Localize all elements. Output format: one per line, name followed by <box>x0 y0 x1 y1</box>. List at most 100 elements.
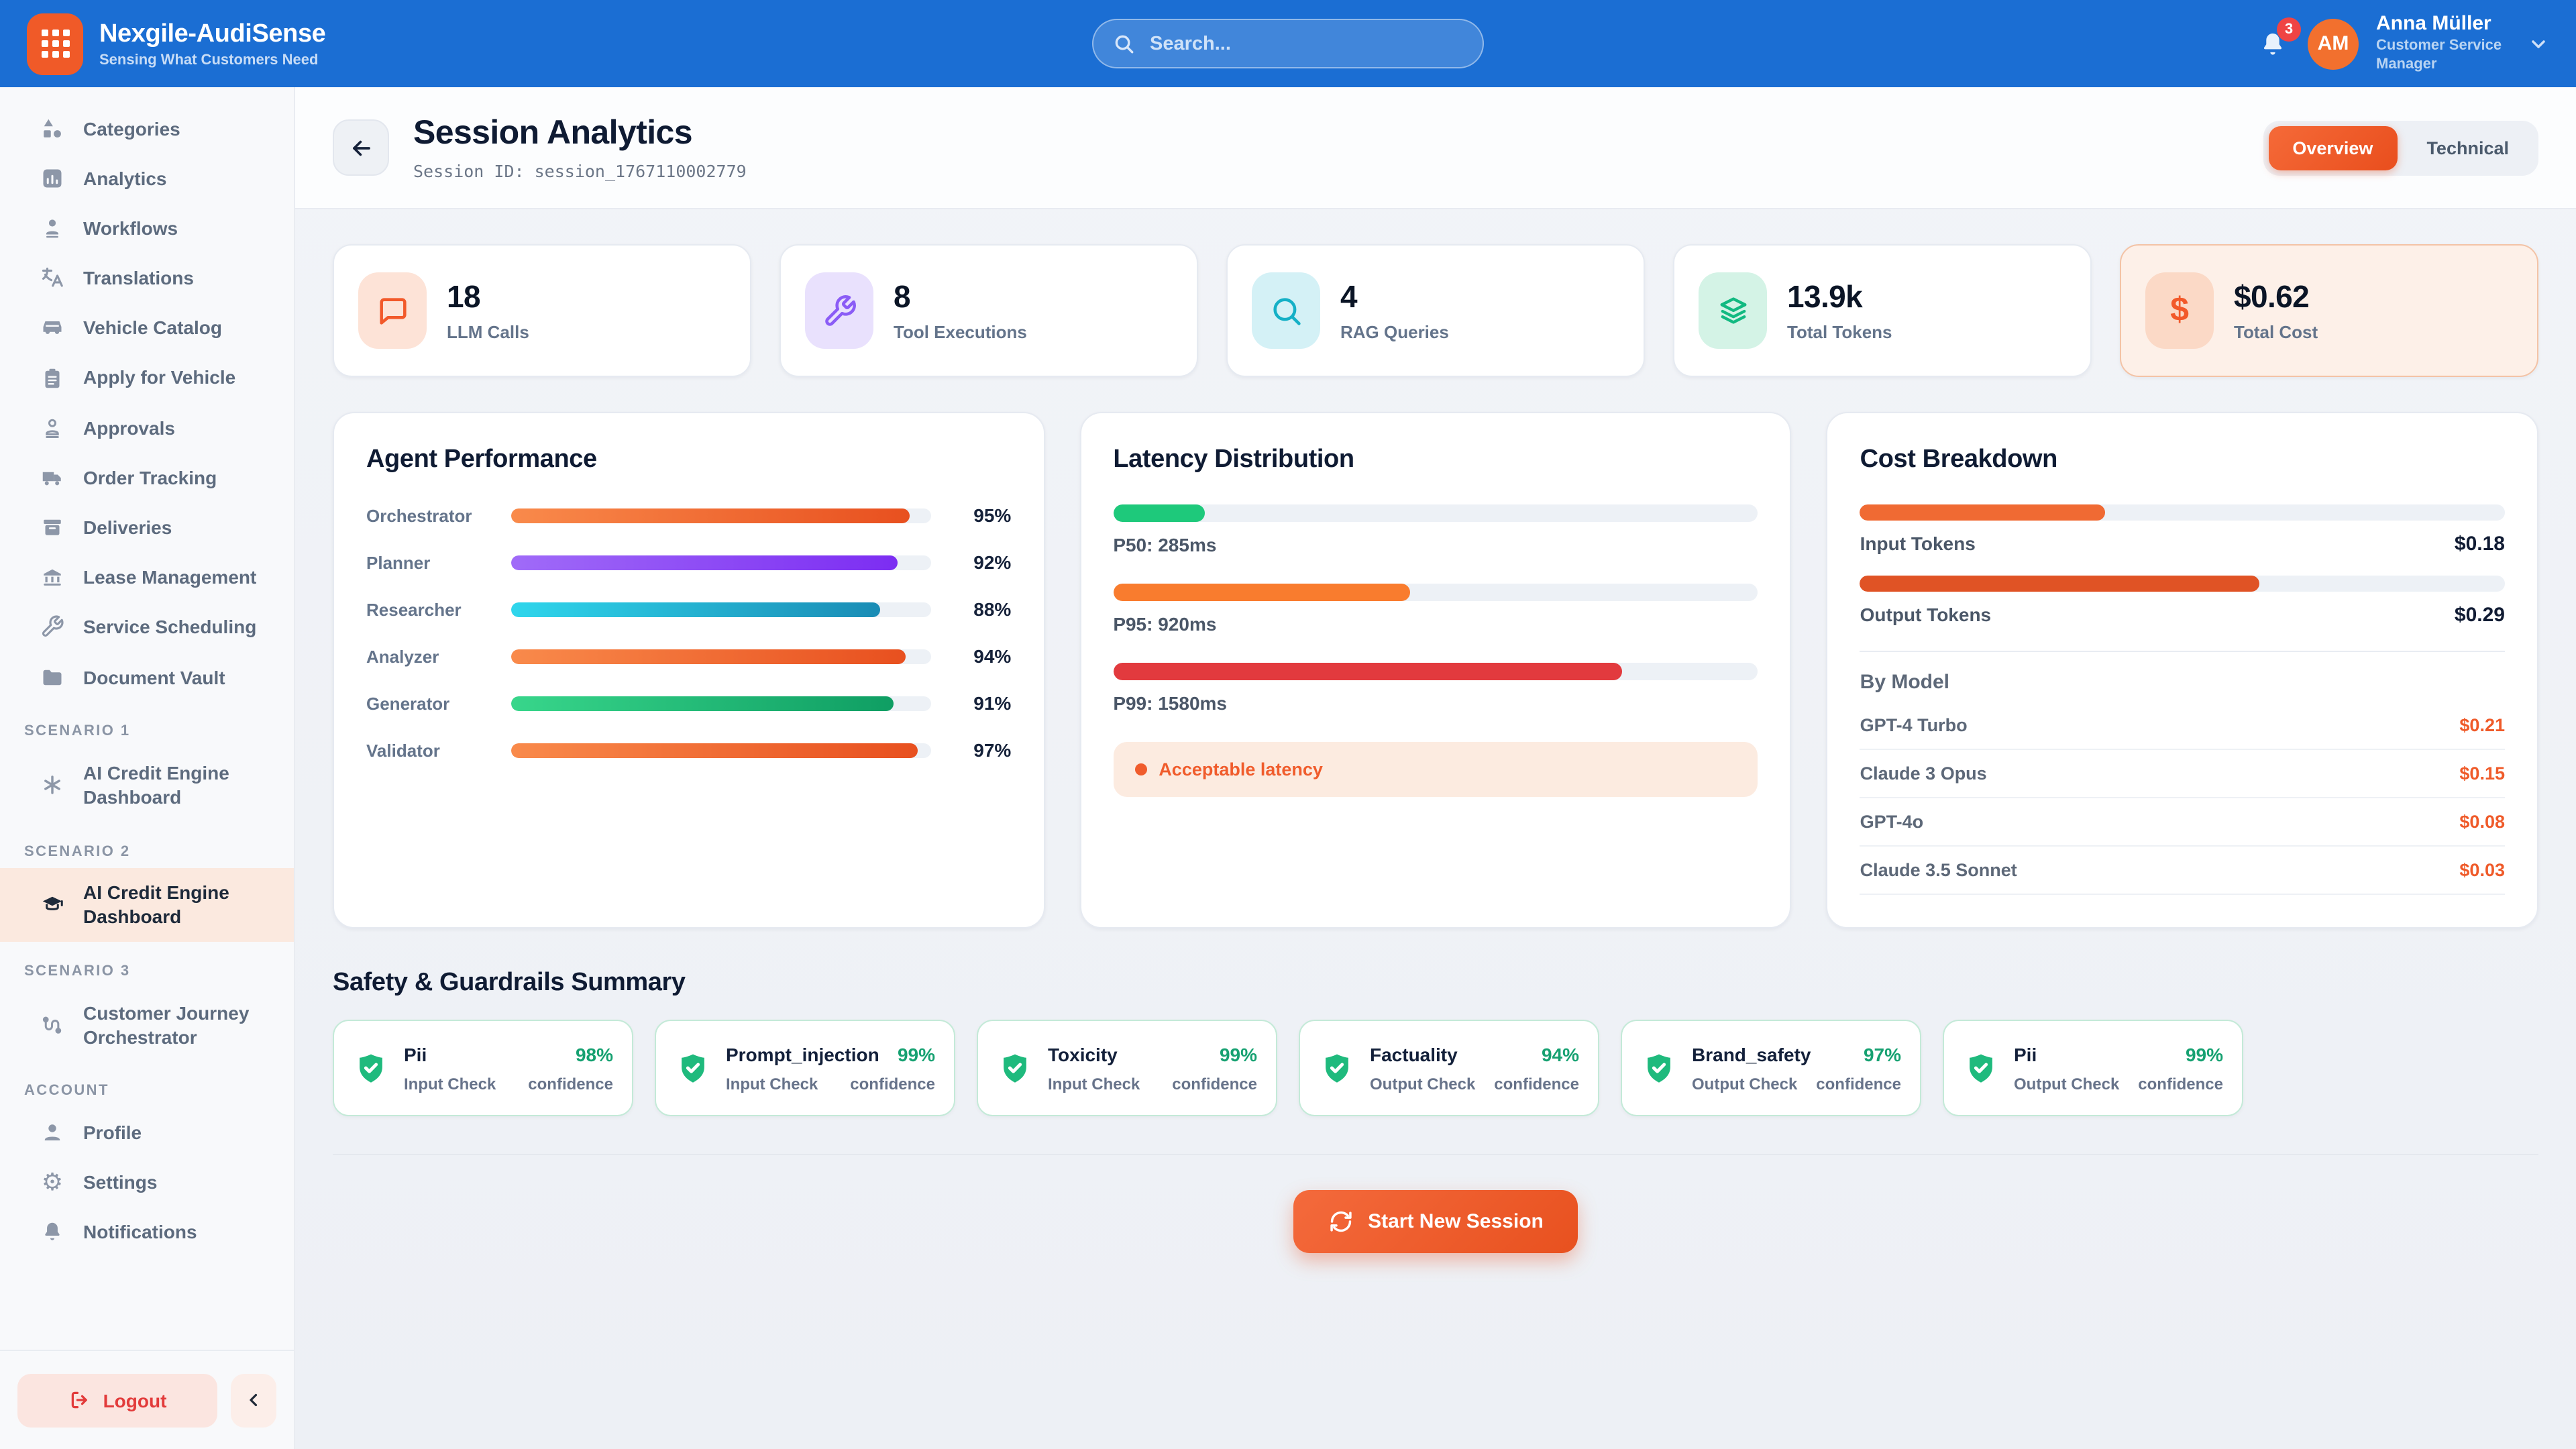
shield-check-icon <box>675 1050 711 1086</box>
stat-label: Total Cost <box>2234 322 2318 342</box>
sidebar-item-ai-credit-engine-dashboard-2[interactable]: AI Credit Engine Dashboard <box>0 867 294 942</box>
app-root: Nexgile-AudiSense Sensing What Customers… <box>0 0 2576 1449</box>
sidebar-item-analytics[interactable]: Analytics <box>0 153 294 203</box>
agent-bar <box>511 696 893 710</box>
guardrail-card-pii-input[interactable]: Pii98% Input Checkconfidence <box>333 1020 633 1116</box>
model-row: Claude 3.5 Sonnet $0.03 <box>1860 847 2505 895</box>
sidebar-item-workflows[interactable]: Workflows <box>0 203 294 253</box>
sidebar-item-categories[interactable]: Categories <box>0 103 294 153</box>
agent-bar <box>511 649 906 663</box>
folder-icon <box>40 665 64 689</box>
sidebar-item-profile[interactable]: Profile <box>0 1108 294 1157</box>
search-bar <box>1092 19 1484 68</box>
page-title: Session Analytics <box>413 114 747 153</box>
sidebar-collapse-button[interactable] <box>231 1373 276 1427</box>
panels-row: Agent Performance Orchestrator 95% Plann… <box>333 412 2538 928</box>
agent-row: Orchestrator 95% <box>366 504 1011 526</box>
start-new-session-button[interactable]: Start New Session <box>1293 1190 1578 1253</box>
agent-row: Generator 91% <box>366 692 1011 714</box>
sidebar-item-apply-for-vehicle[interactable]: Apply for Vehicle <box>0 353 294 402</box>
stat-card-rag-queries[interactable]: 4 RAG Queries <box>1226 244 1645 377</box>
app-title: Nexgile-AudiSense <box>99 19 325 49</box>
stat-label: Tool Executions <box>894 322 1027 342</box>
tab-overview[interactable]: Overview <box>2268 125 2397 170</box>
notifications-button[interactable]: 3 <box>2255 26 2290 61</box>
agent-row: Researcher 88% <box>366 598 1011 620</box>
sidebar-item-deliveries[interactable]: Deliveries <box>0 502 294 552</box>
section-label-scenario-2: SCENARIO 2 <box>0 822 294 867</box>
languages-icon <box>40 266 64 290</box>
search-input[interactable] <box>1147 32 1464 56</box>
sidebar-item-translations[interactable]: Translations <box>0 253 294 303</box>
chevron-left-icon <box>244 1390 264 1410</box>
sidebar-item-lease-management[interactable]: Lease Management <box>0 552 294 602</box>
latency-status-banner: Acceptable latency <box>1113 742 1758 797</box>
clipboard-icon <box>40 366 64 390</box>
panel-title: Latency Distribution <box>1113 445 1758 475</box>
guardrail-card-factuality[interactable]: Factuality94% Output Checkconfidence <box>1299 1020 1599 1116</box>
back-button[interactable] <box>333 119 389 176</box>
latency-row-p95: P95: 920ms <box>1113 584 1758 635</box>
sidebar-item-service-scheduling[interactable]: Service Scheduling <box>0 602 294 652</box>
app-tagline: Sensing What Customers Need <box>99 52 325 68</box>
stat-value: 18 <box>447 279 529 315</box>
latency-distribution-panel: Latency Distribution P50: 285ms P95: 920… <box>1079 412 1791 928</box>
divider <box>1860 651 2505 652</box>
sidebar-item-ai-credit-engine-dashboard-1[interactable]: AI Credit Engine Dashboard <box>0 748 294 822</box>
model-row: GPT-4 Turbo $0.21 <box>1860 702 2505 750</box>
sparkle-icon <box>40 773 64 797</box>
avatar[interactable]: AM <box>2308 18 2359 69</box>
latency-bar <box>1113 584 1409 601</box>
grid-logo-icon <box>41 30 69 58</box>
user-role: Customer Service Manager <box>2376 38 2510 74</box>
sidebar-item-settings[interactable]: ⚙ Settings <box>0 1157 294 1207</box>
stat-card-tool-executions[interactable]: 8 Tool Executions <box>780 244 1198 377</box>
wrench-icon <box>805 272 873 349</box>
layers-icon <box>1699 272 1767 349</box>
session-id: Session ID: session_1767110002779 <box>413 161 747 181</box>
truck-icon <box>40 466 64 490</box>
cost-row-input-tokens: Input Tokens $0.18 <box>1860 504 2505 555</box>
bank-icon <box>40 566 64 590</box>
stat-card-llm-calls[interactable]: 18 LLM Calls <box>333 244 751 377</box>
guardrail-card-pii-output[interactable]: Pii99% Output Checkconfidence <box>1943 1020 2243 1116</box>
guardrail-card-toxicity[interactable]: Toxicity99% Input Checkconfidence <box>977 1020 1277 1116</box>
sidebar-item-order-tracking[interactable]: Order Tracking <box>0 453 294 502</box>
app-logo[interactable] <box>27 13 83 74</box>
agent-performance-panel: Agent Performance Orchestrator 95% Plann… <box>333 412 1044 928</box>
chat-bubble-icon <box>358 272 427 349</box>
sidebar-item-document-vault[interactable]: Document Vault <box>0 652 294 702</box>
sidebar-item-approvals[interactable]: Approvals <box>0 402 294 452</box>
cost-bar <box>1860 504 2105 521</box>
bar-chart-icon <box>40 166 64 191</box>
stat-value: 4 <box>1340 279 1449 315</box>
stamp-icon <box>40 216 64 240</box>
main-content: Session Analytics Session ID: session_17… <box>295 87 2576 1449</box>
dollar-icon: $ <box>2145 272 2214 349</box>
agent-bar <box>511 743 918 757</box>
chevron-down-icon[interactable] <box>2528 33 2549 54</box>
agent-row: Analyzer 94% <box>366 645 1011 667</box>
stat-label: LLM Calls <box>447 322 529 342</box>
refresh-icon <box>1328 1209 1353 1234</box>
guardrail-card-brand-safety[interactable]: Brand_safety97% Output Checkconfidence <box>1621 1020 1921 1116</box>
stat-value: 13.9k <box>1787 279 1892 315</box>
approval-stamp-icon <box>40 415 64 439</box>
sidebar: Categories Analytics Workflows Translati… <box>0 87 295 1449</box>
sidebar-item-customer-journey-orchestrator[interactable]: Customer Journey Orchestrator <box>0 987 294 1062</box>
tab-technical[interactable]: Technical <box>2402 125 2533 170</box>
guardrail-card-prompt-injection[interactable]: Prompt_injection99% Input Checkconfidenc… <box>655 1020 955 1116</box>
sidebar-item-vehicle-catalog[interactable]: Vehicle Catalog <box>0 303 294 353</box>
stat-card-total-tokens[interactable]: 13.9k Total Tokens <box>1673 244 2092 377</box>
agent-row: Validator 97% <box>366 739 1011 761</box>
logout-button[interactable]: Logout <box>17 1373 217 1427</box>
safety-section-title: Safety & Guardrails Summary <box>333 969 2538 998</box>
model-row: Claude 3 Opus $0.15 <box>1860 750 2505 798</box>
sidebar-item-notifications[interactable]: Notifications <box>0 1208 294 1257</box>
stat-card-total-cost[interactable]: $ $0.62 Total Cost <box>2120 244 2538 377</box>
view-toggle: Overview Technical <box>2263 120 2538 175</box>
shield-check-icon <box>1641 1050 1677 1086</box>
section-label-scenario-3: SCENARIO 3 <box>0 942 294 987</box>
stat-value: $0.62 <box>2234 279 2318 315</box>
user-name: Anna Müller <box>2376 13 2510 38</box>
